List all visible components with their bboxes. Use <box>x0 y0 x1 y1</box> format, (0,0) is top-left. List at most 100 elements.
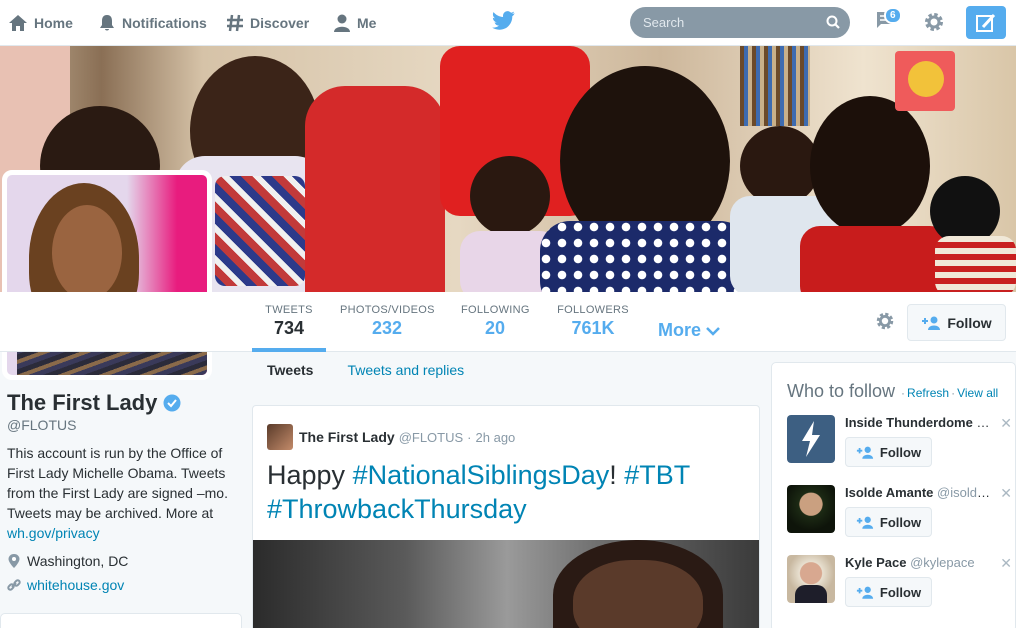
twitter-bird-logo[interactable] <box>492 11 516 31</box>
location-pin-icon <box>8 554 20 568</box>
tweet-header: The First Lady @FLOTUS · 2h ago <box>267 424 515 450</box>
profile-bio-text: This account is run by the Office of Fir… <box>7 445 228 521</box>
follow-button-label: Follow <box>947 314 992 331</box>
suggestion-follow-button[interactable]: Follow <box>845 507 932 537</box>
tab-tweets[interactable]: Tweets <box>252 362 313 392</box>
refresh-link[interactable]: Refresh <box>907 386 949 400</box>
suggestion-avatar[interactable] <box>787 555 835 603</box>
suggestion-handle: @isoldeamante <box>937 485 993 500</box>
profile-name: The First Lady <box>7 390 181 416</box>
tweet-author-name[interactable]: The First Lady <box>299 429 395 445</box>
stat-photos-label: PHOTOS/VIDEOS <box>340 304 435 316</box>
active-stat-underline <box>252 348 326 352</box>
nav-me-label: Me <box>357 15 377 31</box>
follow-person-plus-icon <box>856 516 874 529</box>
location-text: Washington, DC <box>27 553 129 569</box>
person-icon <box>334 14 350 32</box>
stat-followers[interactable]: FOLLOWERS 761K <box>557 304 629 339</box>
hashtag-icon <box>227 14 243 32</box>
nav-notifications[interactable]: Notifications <box>98 0 207 46</box>
tweet-card[interactable]: The First Lady @FLOTUS · 2h ago Happy #N… <box>252 405 760 628</box>
stat-following[interactable]: FOLLOWING 20 <box>461 304 529 339</box>
verified-badge-icon <box>163 394 181 412</box>
suggestion-name[interactable]: Kyle Pace @kylepace <box>845 555 993 570</box>
who-to-follow-title: Who to follow <box>787 381 896 401</box>
header-separator: · <box>951 386 956 400</box>
hashtag-throwbackthursday[interactable]: #ThrowbackThursday <box>267 494 527 524</box>
tweet-timestamp[interactable]: 2h ago <box>476 430 516 445</box>
nav-discover[interactable]: Discover <box>226 0 309 46</box>
suggestion-display-name: Isolde Amante <box>845 485 934 500</box>
search-placeholder: Search <box>643 15 685 30</box>
bio-privacy-link[interactable]: wh.gov/privacy <box>7 525 100 541</box>
settings-gear-icon[interactable] <box>922 10 946 34</box>
profile-website: whitehouse.gov <box>7 577 124 593</box>
tab-tweets-and-replies[interactable]: Tweets and replies <box>347 362 464 392</box>
suggestion-follow-button[interactable]: Follow <box>845 437 932 467</box>
search-icon[interactable] <box>826 15 840 29</box>
tweet-meta-separator: · <box>467 429 472 445</box>
nav-home[interactable]: Home <box>8 0 73 46</box>
suggestion-handle: @kylepace <box>910 555 975 570</box>
suggestion-display-name: Kyle Pace <box>845 555 907 570</box>
stat-photos-value: 232 <box>371 318 403 338</box>
suggestion-name[interactable]: Isolde Amante @isoldeamante <box>845 485 993 500</box>
stat-followers-value: 761K <box>571 318 615 338</box>
tweet-text-plain: Happy <box>267 460 353 490</box>
stat-following-value: 20 <box>484 318 506 338</box>
stat-tweets[interactable]: TWEETS 734 <box>262 304 316 339</box>
profile-location: Washington, DC <box>7 553 128 569</box>
dismiss-close-icon[interactable]: ✕ <box>1000 555 1012 572</box>
suggestion-avatar[interactable] <box>787 485 835 533</box>
suggestion-item: Kyle Pace @kylepace ✕ Follow <box>787 555 1012 625</box>
tweet-avatar[interactable] <box>267 424 293 450</box>
nav-me[interactable]: Me <box>333 0 376 46</box>
more-dropdown[interactable]: More <box>658 320 720 341</box>
who-to-follow-module: Who to follow · Refresh · View all Insid… <box>771 362 1016 628</box>
profile-name-text: The First Lady <box>7 390 158 415</box>
tweet-author-handle[interactable]: @FLOTUS <box>399 430 463 445</box>
nav-notifications-label: Notifications <box>122 15 207 31</box>
compose-icon <box>976 13 996 32</box>
follow-person-plus-icon <box>922 316 941 330</box>
website-link[interactable]: whitehouse.gov <box>27 577 124 593</box>
suggestion-follow-button[interactable]: Follow <box>845 577 932 607</box>
timeline-tabs: Tweets Tweets and replies <box>252 362 498 392</box>
bell-icon <box>100 15 114 31</box>
profile-handle[interactable]: @FLOTUS <box>7 417 76 433</box>
follow-person-plus-icon <box>856 586 874 599</box>
header-separator: · <box>901 386 906 400</box>
suggestion-follow-label: Follow <box>879 584 922 600</box>
search-input[interactable]: Search <box>630 7 850 38</box>
stat-photos-videos[interactable]: PHOTOS/VIDEOS 232 <box>340 304 434 339</box>
left-module-box <box>0 613 242 628</box>
stat-followers-label: FOLLOWERS <box>557 304 629 316</box>
compose-tweet-button[interactable] <box>966 6 1006 39</box>
link-icon <box>7 579 21 591</box>
view-all-link[interactable]: View all <box>957 386 998 400</box>
suggestion-follow-label: Follow <box>879 514 922 530</box>
tweet-photo[interactable] <box>253 540 759 628</box>
stat-tweets-value: 734 <box>273 318 305 338</box>
dismiss-close-icon[interactable]: ✕ <box>1000 485 1012 502</box>
follow-button[interactable]: Follow <box>907 304 1006 341</box>
more-label: More <box>658 320 702 340</box>
home-icon <box>9 15 27 31</box>
tweet-text: Happy #NationalSiblingsDay! #TBT #Throwba… <box>267 458 747 526</box>
who-to-follow-header: Who to follow · Refresh · View all <box>787 381 998 402</box>
suggestion-follow-label: Follow <box>879 444 922 460</box>
hashtag-tbt[interactable]: #TBT <box>624 460 690 490</box>
profile-navigation: TWEETS 734 PHOTOS/VIDEOS 232 FOLLOWING 2… <box>0 292 1016 352</box>
suggestion-item: Isolde Amante @isoldeamante ✕ Follow <box>787 485 1012 555</box>
stat-tweets-label: TWEETS <box>265 304 313 316</box>
suggestion-avatar[interactable] <box>787 415 835 463</box>
suggestion-name[interactable]: Inside Thunderdome @insidethunderdome <box>845 415 993 430</box>
top-navigation: Home Notifications Discover Me Search 6 <box>0 0 1016 46</box>
nav-discover-label: Discover <box>250 15 310 31</box>
dismiss-close-icon[interactable]: ✕ <box>1000 415 1012 432</box>
hashtag-nationalsiblingsday[interactable]: #NationalSiblingsDay <box>353 460 610 490</box>
profile-settings-gear-icon[interactable] <box>874 310 896 332</box>
tweet-text-bang: ! <box>609 460 617 490</box>
suggestion-display-name: Inside Thunderdome <box>845 415 973 430</box>
stat-following-label: FOLLOWING <box>461 304 530 316</box>
